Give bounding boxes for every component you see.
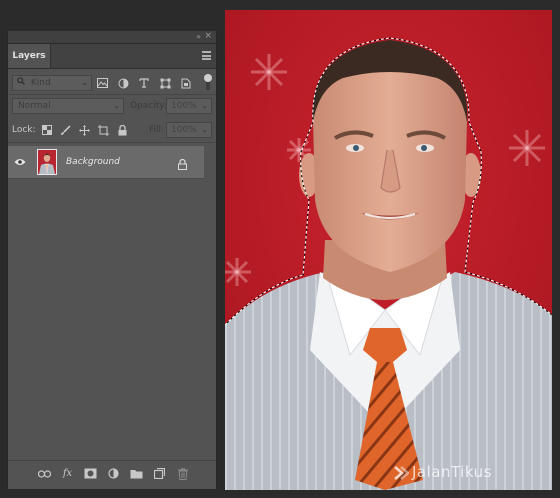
collapse-panel-icon[interactable]: » xyxy=(196,31,201,42)
filter-kind-select[interactable]: Kind ⌄ xyxy=(12,75,92,91)
layer-lock-icon xyxy=(178,155,188,170)
add-mask-icon[interactable] xyxy=(84,467,97,480)
blend-mode-select[interactable]: Normal ⌄ xyxy=(12,98,124,114)
tab-layers[interactable]: Layers xyxy=(8,44,51,68)
chevron-down-icon: ⌄ xyxy=(201,101,208,110)
fill-value: 100% xyxy=(171,125,197,135)
lock-all-icon[interactable] xyxy=(117,124,128,136)
panel-tab-bar: Layers xyxy=(8,44,216,69)
fill-field[interactable]: 100% ⌄ xyxy=(166,122,212,138)
blend-mode-value: Normal xyxy=(18,101,51,111)
close-panel-icon[interactable]: × xyxy=(204,31,212,42)
layer-thumbnail xyxy=(37,149,57,175)
bottom-icons: fx xyxy=(38,467,189,480)
shape-filter-icon[interactable] xyxy=(159,77,171,89)
new-layer-icon[interactable] xyxy=(153,467,166,480)
link-layers-icon[interactable] xyxy=(38,467,51,480)
filter-icons xyxy=(96,75,192,91)
layers-panel: » × Layers Kind ⌄ Normal ⌄ Opacity: 100%… xyxy=(7,31,217,489)
document-canvas[interactable] xyxy=(225,10,552,490)
search-icon xyxy=(17,77,28,88)
opacity-label: Opacity: xyxy=(130,101,167,111)
layer-row-background[interactable]: Background xyxy=(8,146,204,179)
panel-title-bar: » × xyxy=(8,31,216,44)
lock-image-pixels-icon[interactable] xyxy=(60,124,71,136)
fill-label: Fill: xyxy=(149,125,165,135)
watermark-logo-icon xyxy=(393,465,410,481)
type-filter-icon[interactable] xyxy=(138,77,150,89)
filter-kind-label: Kind xyxy=(30,78,51,88)
image-filter-icon[interactable] xyxy=(96,77,108,89)
adjustment-filter-icon[interactable] xyxy=(117,77,129,89)
lock-transparent-pixels-icon[interactable] xyxy=(41,124,52,136)
divider xyxy=(8,142,216,143)
opacity-value: 100% xyxy=(171,101,197,111)
chevron-down-icon: ⌄ xyxy=(81,78,88,87)
lock-icons xyxy=(41,122,128,138)
lock-position-icon[interactable] xyxy=(79,124,90,136)
chevron-down-icon: ⌄ xyxy=(201,125,208,134)
chevron-down-icon: ⌄ xyxy=(113,101,120,110)
adjustment-layer-icon[interactable] xyxy=(107,467,120,480)
fx-icon[interactable]: fx xyxy=(61,467,74,480)
opacity-field[interactable]: 100% ⌄ xyxy=(166,98,212,114)
smart-object-filter-icon[interactable] xyxy=(180,77,192,89)
lock-label: Lock: xyxy=(12,125,36,135)
panel-menu-icon[interactable] xyxy=(202,51,211,60)
canvas-photo xyxy=(225,10,552,490)
delete-layer-icon[interactable] xyxy=(176,467,189,480)
filter-toggle[interactable] xyxy=(204,74,212,92)
visibility-eye-icon[interactable] xyxy=(14,156,26,168)
layers-scrollbar[interactable] xyxy=(204,146,216,458)
layer-name[interactable]: Background xyxy=(66,146,120,178)
group-folder-icon[interactable] xyxy=(130,467,143,480)
divider xyxy=(8,94,216,95)
layers-bottom-toolbar: fx xyxy=(8,460,216,489)
prevent-auto-nesting-icon[interactable] xyxy=(98,124,109,136)
watermark-text: JalanTikus xyxy=(412,463,492,481)
